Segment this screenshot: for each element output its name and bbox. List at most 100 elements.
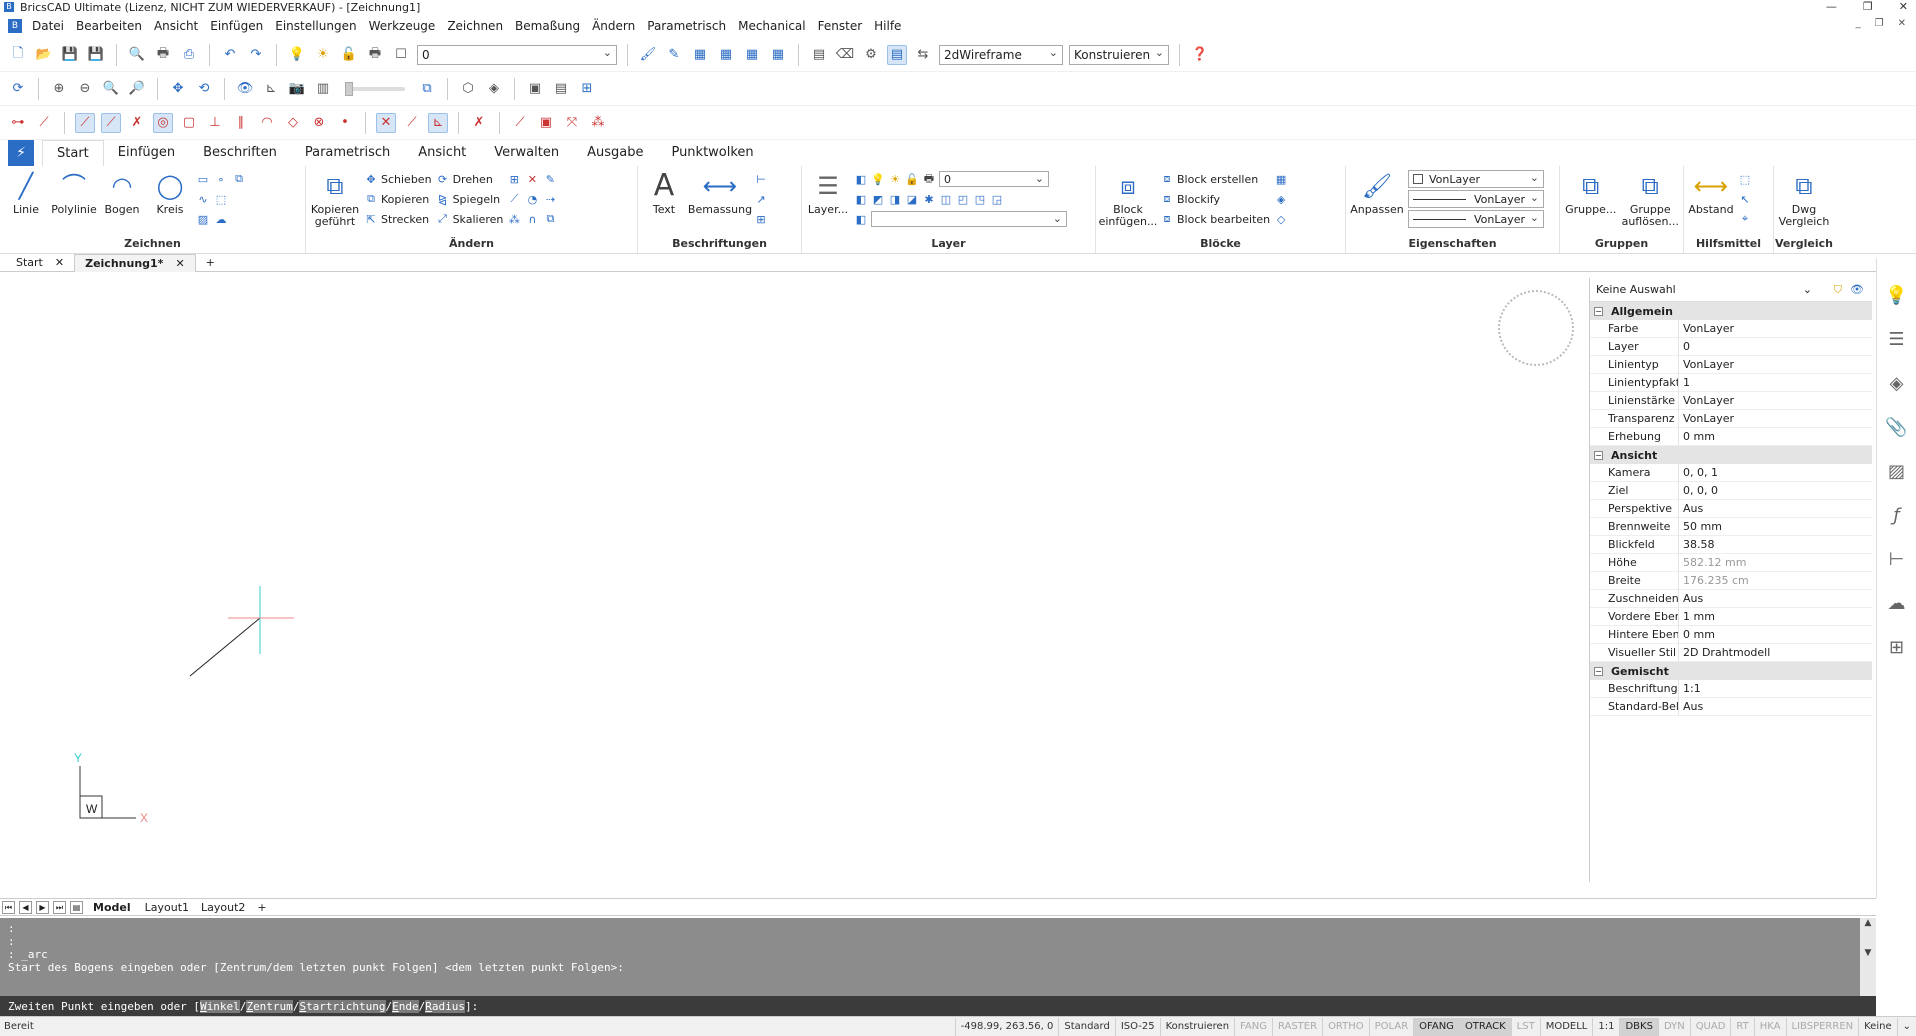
select-tool-button[interactable]: ⬚ — [1738, 170, 1752, 188]
snap-intersection-icon[interactable]: ✗ — [127, 113, 147, 133]
property-row[interactable]: Linientypfaktor1 — [1590, 373, 1872, 392]
skalieren-button[interactable]: ⤢ Skalieren — [436, 210, 503, 228]
prev-layout-icon[interactable]: ◀ — [19, 900, 32, 914]
zoom-slider-thumb[interactable] — [345, 81, 353, 96]
view-navigator[interactable] — [1498, 290, 1574, 366]
layer-button[interactable]: ☰ Layer... — [806, 170, 850, 216]
erase-button[interactable]: ✕ — [525, 170, 539, 188]
lightbulb-icon[interactable]: 💡 — [1884, 282, 1910, 308]
close-icon[interactable]: ✕ — [1899, 0, 1908, 13]
kreis-button[interactable]: ◯ Kreis — [148, 170, 192, 216]
array-button[interactable]: ⊞ — [507, 170, 521, 188]
open-file-icon[interactable]: 📂 — [34, 45, 54, 65]
snap-insertion-icon[interactable]: ⊗ — [309, 113, 329, 133]
render-icon[interactable]: ◈ — [484, 79, 504, 99]
spiegeln-button[interactable]: ⧎ Spiegeln — [436, 190, 504, 208]
pan-icon[interactable]: ✥ — [168, 79, 188, 99]
layer-combo[interactable]: 0 — [417, 44, 617, 65]
layer-unisolate-icon[interactable]: ▦ — [742, 45, 762, 65]
property-value[interactable]: 50 mm — [1678, 517, 1872, 536]
layer-color-icon[interactable]: ☐ — [391, 45, 411, 65]
status-libsperren[interactable]: LIBSPERREN — [1785, 1017, 1859, 1036]
layer-sun-icon[interactable]: ☀ — [888, 172, 902, 186]
doc-tab-start[interactable]: Start ✕ — [6, 254, 74, 272]
property-row[interactable]: Beschriftungs Ski1:1 — [1590, 679, 1872, 698]
minimize-icon[interactable]: — — [1826, 0, 1837, 13]
collapse-icon[interactable]: − — [1594, 450, 1603, 460]
property-value[interactable]: 176.235 cm — [1678, 571, 1872, 590]
bemassung-button[interactable]: ⟷ Bemassung — [688, 170, 752, 216]
command-prompt[interactable]: Zweiten Punkt eingeben oder [ Winkel / Zen… — [0, 996, 1876, 1016]
filter-icon[interactable]: ⛉ — [1834, 283, 1842, 297]
status-ofang[interactable]: OFANG — [1413, 1017, 1459, 1036]
properties-icon[interactable]: ▤ — [887, 44, 907, 65]
layer-state-icon[interactable]: ◧ — [854, 172, 868, 186]
snap-3d-icon[interactable]: ⟋ — [402, 113, 422, 133]
doc-minimize-icon[interactable]: _ — [1856, 18, 1861, 29]
menu-ansicht[interactable]: Ansicht — [154, 19, 198, 33]
eraser-icon[interactable]: ⌫ — [835, 45, 855, 65]
tab-start[interactable]: Start — [42, 140, 104, 166]
property-value[interactable]: VonLayer — [1678, 409, 1872, 428]
layer-filter-icon[interactable]: ◧ — [854, 212, 868, 226]
settings-icon[interactable]: ⚙ — [861, 45, 881, 65]
status-1-1[interactable]: 1:1 — [1592, 1017, 1619, 1036]
drawing-canvas[interactable]: X Y W — [0, 278, 1590, 898]
property-row[interactable]: Zuschneiden Aus — [1590, 589, 1872, 608]
attdef-button[interactable]: ▦ — [1274, 170, 1288, 188]
status-raster[interactable]: RASTER — [1271, 1017, 1322, 1036]
schieben-button[interactable]: ✥ Schieben — [364, 170, 431, 188]
zoom-window-icon[interactable]: 🔍 — [101, 79, 121, 99]
drawn-line[interactable] — [189, 617, 261, 677]
cloud-button[interactable]: ☁ — [214, 210, 228, 228]
layer-lock-icon[interactable]: 🔓 — [339, 45, 359, 65]
save-icon[interactable]: 💾 — [60, 45, 80, 65]
zoom-extents-icon[interactable]: 🔎 — [127, 79, 147, 99]
save-as-icon[interactable]: 💾 — [86, 45, 106, 65]
point-button[interactable]: ∘ — [214, 170, 228, 188]
linie-button[interactable]: ╱ Linie — [4, 170, 48, 216]
layer-match-icon[interactable]: ✎ — [664, 45, 684, 65]
trim-button[interactable]: ⟋ — [507, 190, 521, 208]
fillet-button[interactable]: ◔ — [525, 190, 539, 208]
text-button[interactable]: A Text — [642, 170, 686, 216]
quick-select-button[interactable]: ↖ — [1738, 190, 1752, 208]
snap-settings-icon[interactable]: ⟋ — [510, 113, 530, 133]
property-value[interactable]: 2D Drahtmodell — [1678, 643, 1872, 662]
snap-parallel-icon[interactable]: ∥ — [231, 113, 251, 133]
kopieren-gefuehrt-button[interactable]: ⧉ Kopieren geführt — [310, 170, 360, 228]
property-row[interactable]: Erhebung 0 mm — [1590, 427, 1872, 446]
snap-tracking-icon[interactable]: ⊶ — [8, 113, 28, 133]
snap-apparent-icon[interactable]: ✕ — [376, 112, 396, 133]
property-value[interactable]: 0, 0, 1 — [1678, 463, 1872, 482]
layer-iso-icon[interactable]: ▦ — [716, 45, 736, 65]
region-button[interactable]: ⬚ — [214, 190, 228, 208]
tab-beschriften[interactable]: Beschriften — [189, 140, 291, 166]
dwg-vergleich-button[interactable]: ⧉ Dwg Vergleich — [1778, 170, 1830, 228]
polylinie-button[interactable]: ⌒ Polylinie — [51, 170, 96, 216]
offset-button[interactable]: ∩ — [525, 210, 539, 228]
property-row[interactable]: Kamera 0, 0, 1 — [1590, 463, 1872, 482]
layer-prev-icon[interactable]: ▦ — [690, 45, 710, 65]
orbit-icon[interactable]: ⟲ — [194, 79, 214, 99]
menu-einstellungen[interactable]: Einstellungen — [275, 19, 356, 33]
command-scrollbar[interactable]: ▲ ▼ — [1860, 918, 1876, 996]
status-lst[interactable]: LST — [1510, 1017, 1540, 1036]
cloud-upload-icon[interactable]: ☁ — [1884, 590, 1910, 616]
menu-hilfe[interactable]: Hilfe — [874, 19, 901, 33]
zoom-slider[interactable] — [345, 81, 405, 96]
status-fang[interactable]: FANG — [1234, 1017, 1272, 1036]
grid-panel-icon[interactable]: ⊞ — [1884, 634, 1910, 660]
tree-icon[interactable]: ⊢ — [1884, 546, 1910, 572]
new-tab-button[interactable]: + — [196, 254, 225, 272]
function-icon[interactable]: ƒ — [1884, 502, 1910, 528]
status-standard[interactable]: Standard — [1058, 1017, 1115, 1036]
layer-filter-combo[interactable] — [871, 211, 1067, 227]
id-point-button[interactable]: ⌖ — [1738, 210, 1752, 228]
tab-layout2[interactable]: Layout2 — [197, 901, 249, 914]
layer-tool-6-icon[interactable]: ◫ — [939, 192, 953, 206]
property-value[interactable]: 0, 0, 0 — [1678, 481, 1872, 500]
color-combo[interactable]: VonLayer — [1408, 170, 1544, 188]
tab-punktwolken[interactable]: Punktwolken — [657, 140, 767, 166]
layer-tool-3-icon[interactable]: ◨ — [888, 192, 902, 206]
